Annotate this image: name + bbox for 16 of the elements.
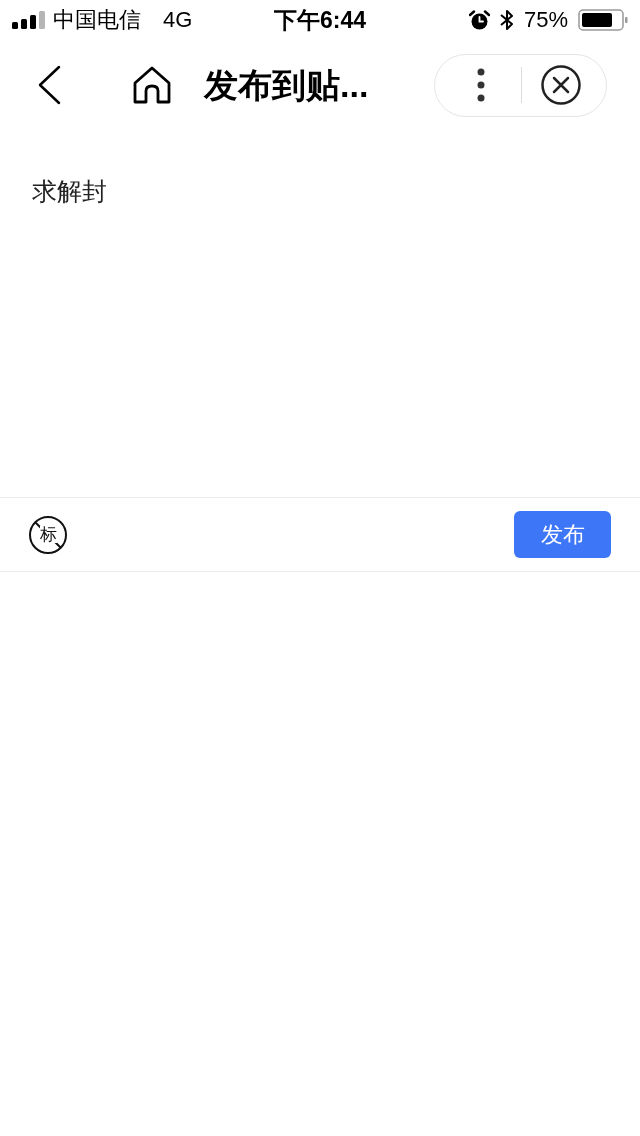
status-time: 下午6:44 [274,8,367,32]
home-icon [133,66,171,104]
close-icon [541,65,581,105]
carrier-name: 中国电信 [53,9,141,31]
publish-button[interactable]: 发布 [514,511,611,558]
network-type: 4G [163,9,193,31]
alarm-clock-icon [468,9,490,31]
page-title: 发布到贴... [204,68,369,102]
back-chevron-icon [37,65,61,105]
signal-icon [12,11,45,29]
battery-icon [578,9,628,31]
title-toggle-button[interactable]: 标 [29,515,67,554]
bluetooth-icon [499,9,514,31]
post-text-field[interactable]: 求解封 [0,130,640,497]
battery-percent: 75% [523,9,568,31]
more-vertical-icon [477,68,485,102]
